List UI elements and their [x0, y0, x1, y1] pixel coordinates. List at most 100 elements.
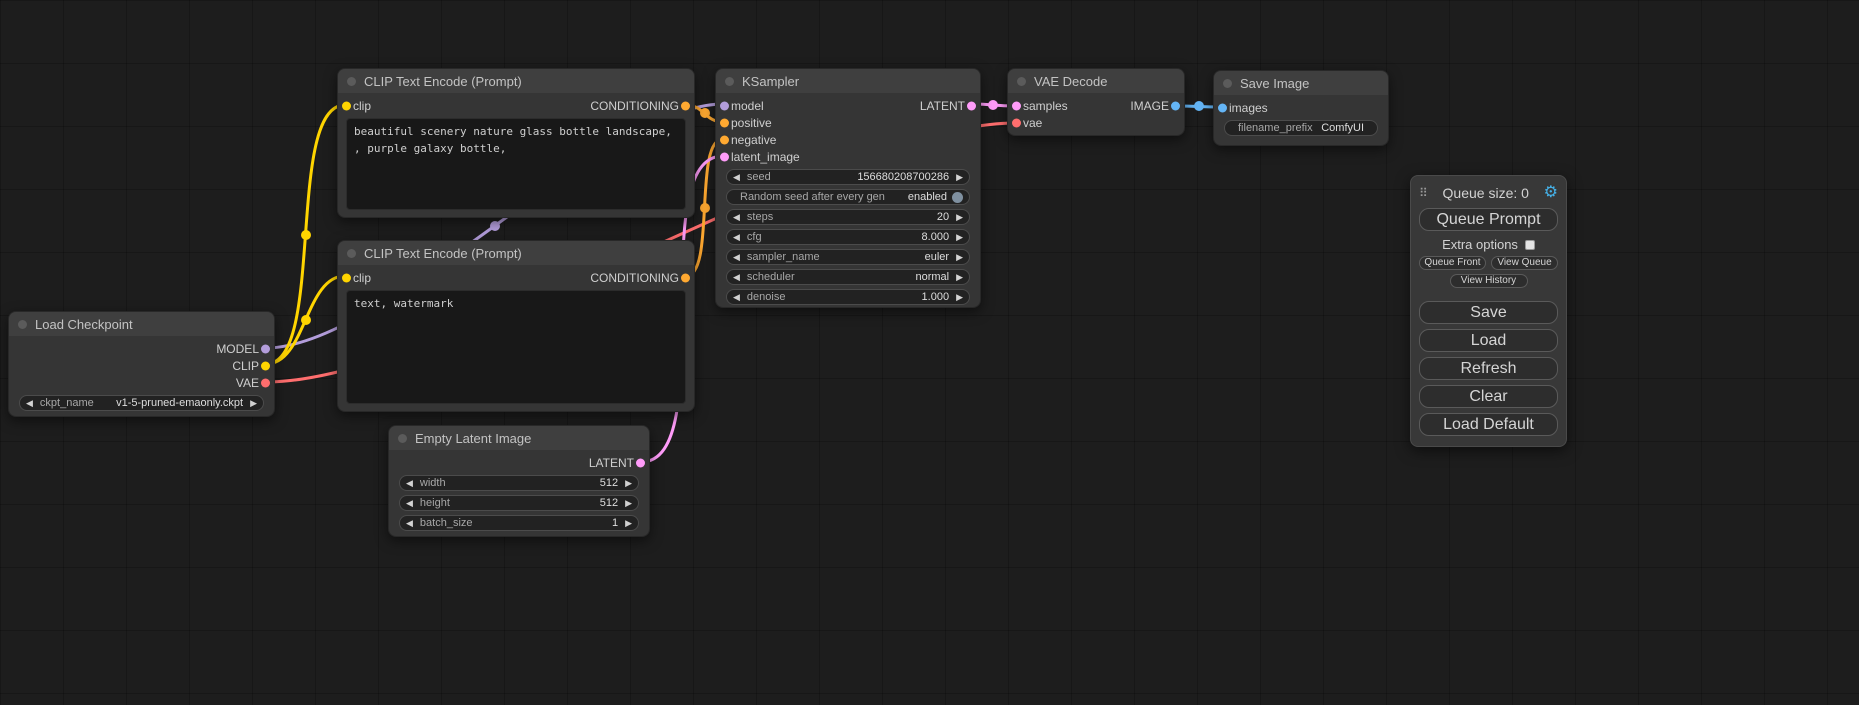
queue-panel-header[interactable]: ⠿ Queue size: 0 ⚙ — [1419, 183, 1558, 203]
prev-value-icon[interactable]: ◀ — [26, 399, 33, 408]
node-title-bar[interactable]: Empty Latent Image — [389, 426, 649, 450]
increment-icon[interactable]: ▶ — [956, 293, 963, 302]
input-slot-model[interactable] — [720, 101, 729, 110]
output-slot-latent[interactable] — [636, 458, 645, 467]
input-slot-vae[interactable] — [1012, 118, 1021, 127]
collapse-dot-icon[interactable] — [18, 320, 27, 329]
widget-sampler-name[interactable]: ◀ sampler_name euler ▶ — [726, 249, 970, 265]
node-save-image[interactable]: Save Image images filename_prefix ComfyU… — [1213, 70, 1389, 146]
prev-value-icon[interactable]: ◀ — [733, 253, 740, 262]
decrement-icon[interactable]: ◀ — [733, 213, 740, 222]
next-value-icon[interactable]: ▶ — [956, 273, 963, 282]
node-ksampler[interactable]: KSampler model LATENT positive negative … — [715, 68, 981, 308]
decrement-icon[interactable]: ◀ — [406, 519, 413, 528]
widget-denoise[interactable]: ◀ denoise 1.000 ▶ — [726, 289, 970, 305]
decrement-icon[interactable]: ◀ — [733, 233, 740, 242]
input-label: negative — [731, 133, 776, 147]
collapse-dot-icon[interactable] — [347, 77, 356, 86]
load-default-button[interactable]: Load Default — [1419, 413, 1558, 436]
increment-icon[interactable]: ▶ — [625, 479, 632, 488]
node-empty-latent-image[interactable]: Empty Latent Image LATENT ◀ width 512 ▶ … — [388, 425, 650, 537]
node-title-bar[interactable]: KSampler — [716, 69, 980, 93]
increment-icon[interactable]: ▶ — [956, 173, 963, 182]
link-midpoint-dot — [700, 203, 710, 213]
node-title-bar[interactable]: CLIP Text Encode (Prompt) — [338, 241, 694, 265]
node-vae-decode[interactable]: VAE Decode samples IMAGE vae — [1007, 68, 1185, 136]
input-slot-samples[interactable] — [1012, 101, 1021, 110]
output-slot-conditioning[interactable] — [681, 101, 690, 110]
output-slot-clip[interactable] — [261, 361, 270, 370]
queue-panel[interactable]: ⠿ Queue size: 0 ⚙ Queue Prompt Extra opt… — [1410, 175, 1567, 447]
widget-batch-size[interactable]: ◀ batch_size 1 ▶ — [399, 515, 639, 531]
widget-filename-prefix[interactable]: filename_prefix ComfyUI — [1224, 120, 1378, 136]
node-load-checkpoint[interactable]: Load Checkpoint MODEL CLIP VAE ◀ ckpt_na… — [8, 311, 275, 417]
negative-prompt-textarea[interactable]: text, watermark — [346, 290, 686, 404]
widget-cfg[interactable]: ◀ cfg 8.000 ▶ — [726, 229, 970, 245]
toggle-knob[interactable] — [952, 192, 963, 203]
decrement-icon[interactable]: ◀ — [406, 479, 413, 488]
node-title-bar[interactable]: CLIP Text Encode (Prompt) — [338, 69, 694, 93]
collapse-dot-icon[interactable] — [1223, 79, 1232, 88]
node-title-bar[interactable]: VAE Decode — [1008, 69, 1184, 93]
refresh-button[interactable]: Refresh — [1419, 357, 1558, 380]
node-title-bar[interactable]: Save Image — [1214, 71, 1388, 95]
output-slot-model[interactable] — [261, 344, 270, 353]
next-value-icon[interactable]: ▶ — [250, 399, 257, 408]
widget-height[interactable]: ◀ height 512 ▶ — [399, 495, 639, 511]
collapse-dot-icon[interactable] — [347, 249, 356, 258]
widget-scheduler[interactable]: ◀ scheduler normal ▶ — [726, 269, 970, 285]
drag-handle-icon[interactable]: ⠿ — [1419, 186, 1428, 200]
widget-width[interactable]: ◀ width 512 ▶ — [399, 475, 639, 491]
queue-actions-row: Queue Front View Queue — [1419, 256, 1558, 270]
node-title-bar[interactable]: Load Checkpoint — [9, 312, 274, 336]
output-slot-vae[interactable] — [261, 378, 270, 387]
output-slot-conditioning[interactable] — [681, 273, 690, 282]
view-history-button[interactable]: View History — [1450, 274, 1528, 288]
input-slot-positive[interactable] — [720, 118, 729, 127]
increment-icon[interactable]: ▶ — [956, 213, 963, 222]
load-button[interactable]: Load — [1419, 329, 1558, 352]
node-title: CLIP Text Encode (Prompt) — [364, 74, 522, 89]
increment-icon[interactable]: ▶ — [625, 519, 632, 528]
output-slot-image[interactable] — [1171, 101, 1180, 110]
input-slot-images[interactable] — [1218, 103, 1227, 112]
prev-value-icon[interactable]: ◀ — [733, 273, 740, 282]
input-slot-clip[interactable] — [342, 101, 351, 110]
widget-random-seed-toggle[interactable]: Random seed after every gen enabled — [726, 189, 970, 205]
input-slot-negative[interactable] — [720, 135, 729, 144]
queue-front-button[interactable]: Queue Front — [1419, 256, 1486, 270]
output-label: VAE — [236, 376, 259, 390]
widget-ckpt-name[interactable]: ◀ ckpt_name v1-5-pruned-emaonly.ckpt ▶ — [19, 395, 264, 411]
view-queue-button[interactable]: View Queue — [1491, 256, 1558, 270]
collapse-dot-icon[interactable] — [398, 434, 407, 443]
node-clip-text-encode-negative[interactable]: CLIP Text Encode (Prompt) clip CONDITION… — [337, 240, 695, 412]
input-slot-latent-image[interactable] — [720, 152, 729, 161]
increment-icon[interactable]: ▶ — [625, 499, 632, 508]
node-clip-text-encode-positive[interactable]: CLIP Text Encode (Prompt) clip CONDITION… — [337, 68, 695, 218]
queue-prompt-button[interactable]: Queue Prompt — [1419, 208, 1558, 231]
link-midpoint-dot — [301, 230, 311, 240]
input-slot-clip[interactable] — [342, 273, 351, 282]
widget-label: filename_prefix — [1238, 122, 1313, 134]
clear-button[interactable]: Clear — [1419, 385, 1558, 408]
widget-seed[interactable]: ◀ seed 156680208700286 ▶ — [726, 169, 970, 185]
decrement-icon[interactable]: ◀ — [406, 499, 413, 508]
widget-value: enabled — [908, 191, 947, 203]
extra-options-checkbox[interactable] — [1525, 240, 1535, 250]
link-midpoint-dot — [1194, 101, 1204, 111]
collapse-dot-icon[interactable] — [1017, 77, 1026, 86]
save-button[interactable]: Save — [1419, 301, 1558, 324]
positive-prompt-textarea[interactable]: beautiful scenery nature glass bottle la… — [346, 118, 686, 210]
node-title: KSampler — [742, 74, 799, 89]
widget-steps[interactable]: ◀ steps 20 ▶ — [726, 209, 970, 225]
settings-gear-icon[interactable]: ⚙ — [1544, 185, 1558, 201]
output-slot-latent[interactable] — [967, 101, 976, 110]
collapse-dot-icon[interactable] — [725, 77, 734, 86]
widget-value: 1 — [612, 517, 618, 529]
decrement-icon[interactable]: ◀ — [733, 173, 740, 182]
next-value-icon[interactable]: ▶ — [956, 253, 963, 262]
widget-value: 1.000 — [922, 291, 950, 303]
increment-icon[interactable]: ▶ — [956, 233, 963, 242]
widget-label: ckpt_name — [40, 397, 94, 409]
decrement-icon[interactable]: ◀ — [733, 293, 740, 302]
